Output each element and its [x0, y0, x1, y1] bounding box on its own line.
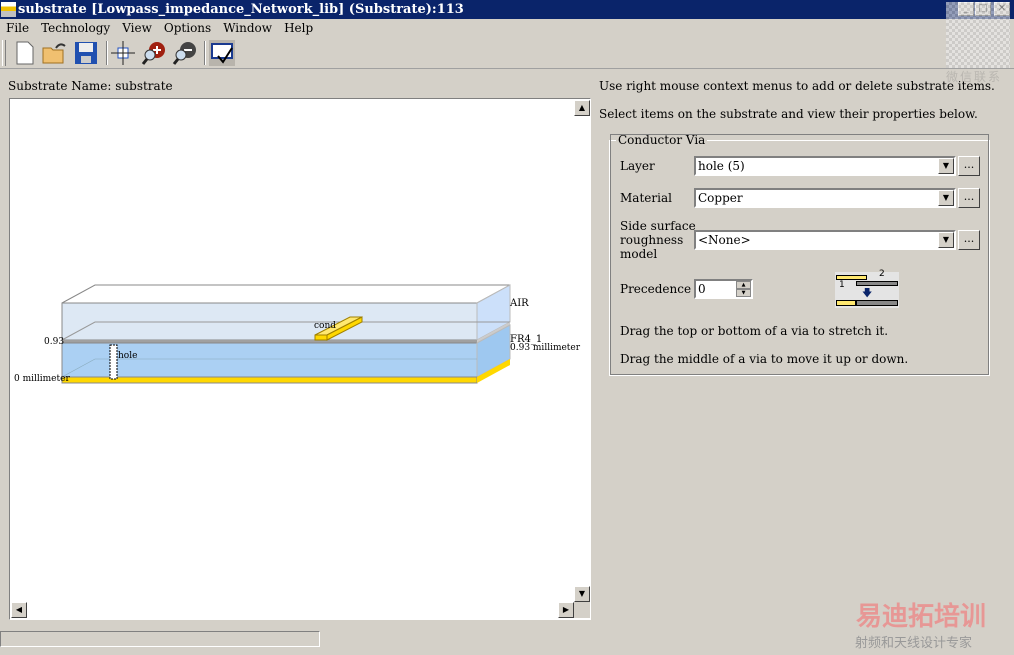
scroll-right-button[interactable]: ▶: [558, 602, 574, 618]
substrate-name: substrate: [115, 79, 173, 93]
view-all-icon[interactable]: [110, 40, 136, 66]
layer-select[interactable]: hole (5) ▼: [694, 156, 956, 176]
roughness-browse-button[interactable]: ...: [958, 230, 980, 250]
material-select[interactable]: Copper ▼: [694, 188, 956, 208]
menu-view[interactable]: View: [116, 19, 158, 37]
slogan-watermark: 射频和天线设计专家: [855, 636, 973, 651]
save-icon[interactable]: [73, 40, 99, 66]
toolbar-grip[interactable]: [2, 40, 6, 66]
menu-technology[interactable]: Technology: [35, 19, 116, 37]
menu-file[interactable]: File: [0, 19, 35, 37]
menu-help[interactable]: Help: [278, 19, 319, 37]
roughness-select[interactable]: <None> ▼: [694, 230, 956, 250]
ground-conductor[interactable]: [61, 376, 478, 384]
cond-label: cond: [314, 321, 337, 331]
material-browse-button[interactable]: ...: [958, 188, 980, 208]
precedence-spinner[interactable]: 0 ▲ ▼: [694, 279, 753, 299]
drag-hint-stretch: Drag the top or bottom of a via to stret…: [620, 324, 889, 338]
spin-up-button[interactable]: ▲: [736, 281, 751, 289]
material-label: Material: [620, 191, 672, 205]
chevron-down-icon[interactable]: ▼: [938, 158, 954, 174]
cond-trace[interactable]: [314, 334, 328, 341]
chevron-down-icon[interactable]: ▼: [938, 190, 954, 206]
zoom-in-icon[interactable]: [141, 40, 167, 66]
drag-hint-move: Drag the middle of a via to move it up o…: [620, 352, 909, 366]
top-level-label: 0.93: [44, 337, 65, 347]
check-icon[interactable]: [209, 40, 235, 66]
menu-bar: File Technology View Options Window Help: [0, 19, 1014, 37]
air-top-face: [61, 284, 511, 304]
zoom-out-icon[interactable]: [172, 40, 198, 66]
hint-select: Select items on the substrate and view t…: [599, 107, 978, 121]
layer-label: Layer: [620, 159, 655, 173]
app-icon: [1, 2, 16, 17]
hint-add-delete: Use right mouse context menus to add or …: [599, 79, 995, 93]
open-icon[interactable]: [42, 40, 68, 66]
qr-watermark-text: 微信联系: [946, 70, 1003, 84]
precedence-label: Precedence: [620, 282, 692, 296]
hole-label: hole: [118, 351, 138, 361]
scroll-down-button[interactable]: ▼: [574, 586, 590, 602]
bottom-level-label: 0 millimeter: [14, 374, 70, 384]
spin-down-button[interactable]: ▼: [736, 289, 751, 297]
roughness-label: Side surface roughness model: [620, 219, 696, 261]
qr-watermark: [946, 2, 1010, 68]
substrate-name-row: Substrate Name: substrate: [8, 79, 173, 93]
menu-window[interactable]: Window: [217, 19, 278, 37]
fr4-thickness-label: 0.93 millimeter: [510, 343, 581, 353]
substrate-name-label: Substrate Name:: [8, 79, 112, 93]
chevron-down-icon[interactable]: ▼: [938, 232, 954, 248]
title-bar: substrate [Lowpass_impedance_Network_lib…: [0, 0, 1014, 19]
air-label: AIR: [510, 298, 529, 309]
group-title: Conductor Via: [618, 133, 706, 147]
substrate-canvas[interactable]: cond hole ▲ ▼ ◀ ▶: [9, 98, 591, 620]
toolbar: [0, 37, 1014, 69]
roughness-value: <None>: [698, 233, 751, 247]
menu-options[interactable]: Options: [158, 19, 217, 37]
substrate-diagram: [61, 284, 511, 384]
status-bar: [0, 631, 320, 647]
new-icon[interactable]: [12, 40, 38, 66]
layer-browse-button[interactable]: ...: [958, 156, 980, 176]
material-value: Copper: [698, 191, 743, 205]
hole-via[interactable]: [109, 344, 118, 380]
scroll-up-button[interactable]: ▲: [574, 100, 590, 116]
layer-value: hole (5): [698, 159, 745, 173]
size-grip: [574, 602, 590, 618]
window-title: substrate [Lowpass_impedance_Network_lib…: [18, 2, 464, 17]
precedence-value: 0: [698, 282, 706, 296]
scroll-left-button[interactable]: ◀: [11, 602, 27, 618]
brand-watermark: 易迪拓培训: [856, 602, 987, 632]
precedence-icon: 2 1 🡇: [835, 269, 899, 308]
